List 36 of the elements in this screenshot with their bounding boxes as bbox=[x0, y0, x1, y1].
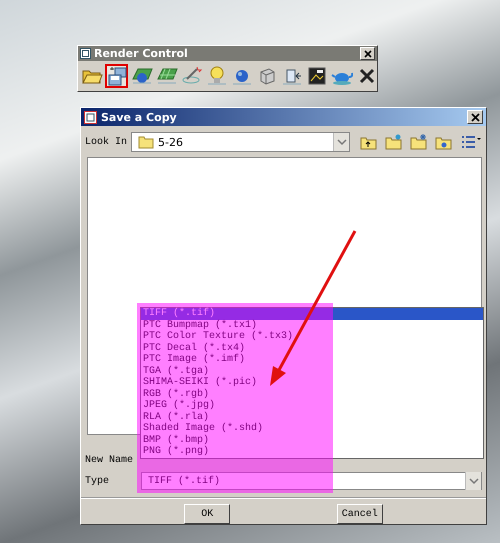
window-icon bbox=[84, 110, 97, 124]
close-icon bbox=[470, 112, 480, 122]
look-in-dropdown[interactable]: 5-26 bbox=[131, 132, 350, 152]
dropdown-option[interactable]: SHIMA-SEIKI (*.pic) bbox=[141, 377, 483, 388]
dropdown-option[interactable]: TIFF (*.tif) bbox=[141, 308, 483, 320]
folder-icon bbox=[138, 134, 154, 150]
type-label: Type bbox=[85, 476, 110, 486]
dropdown-option[interactable]: PTC Decal (*.tx4) bbox=[141, 342, 483, 354]
close-icon bbox=[362, 48, 372, 58]
new-name-label: New Name bbox=[85, 454, 134, 466]
close-button[interactable] bbox=[360, 47, 375, 60]
dropdown-option[interactable]: PTC Image (*.imf) bbox=[141, 354, 483, 366]
type-dropdown[interactable]: TIFF (*.tif) bbox=[141, 472, 482, 490]
window-icon bbox=[80, 48, 91, 59]
cancel-button[interactable]: Cancel bbox=[336, 504, 383, 524]
dropdown-option[interactable]: Shaded Image (*.shd) bbox=[141, 423, 483, 434]
dropdown-option[interactable]: BMP (*.bmp) bbox=[141, 434, 483, 446]
disk-icon bbox=[106, 65, 128, 87]
ok-button[interactable]: OK bbox=[184, 504, 230, 524]
look-in-label: Look In bbox=[85, 136, 128, 148]
light-bulb-icon bbox=[206, 65, 228, 87]
dropdown-option[interactable]: RGB (*.rgb) bbox=[141, 388, 483, 400]
dropdown-option[interactable]: PTC Color Texture (*.tx3) bbox=[141, 331, 483, 342]
window-title: Render Control bbox=[94, 47, 189, 60]
chevron-down-icon bbox=[336, 138, 346, 146]
close-button[interactable] bbox=[467, 110, 483, 124]
dropdown-option[interactable]: PTC Bumpmap (*.tx1) bbox=[141, 320, 483, 331]
toolbar-button[interactable] bbox=[105, 64, 128, 88]
dropdown-option[interactable]: RLA (*.rla) bbox=[141, 412, 483, 423]
dialog-title: Save a Copy bbox=[101, 110, 178, 124]
dropdown-option[interactable]: TGA (*.tga) bbox=[141, 366, 483, 377]
picture-icon bbox=[306, 65, 328, 87]
chevron-down-icon bbox=[468, 477, 478, 485]
dropdown-option[interactable]: PNG (*.png) bbox=[141, 446, 483, 458]
list-view-icon bbox=[460, 134, 482, 150]
dropdown-option[interactable]: JPEG (*.jpg) bbox=[141, 400, 483, 412]
